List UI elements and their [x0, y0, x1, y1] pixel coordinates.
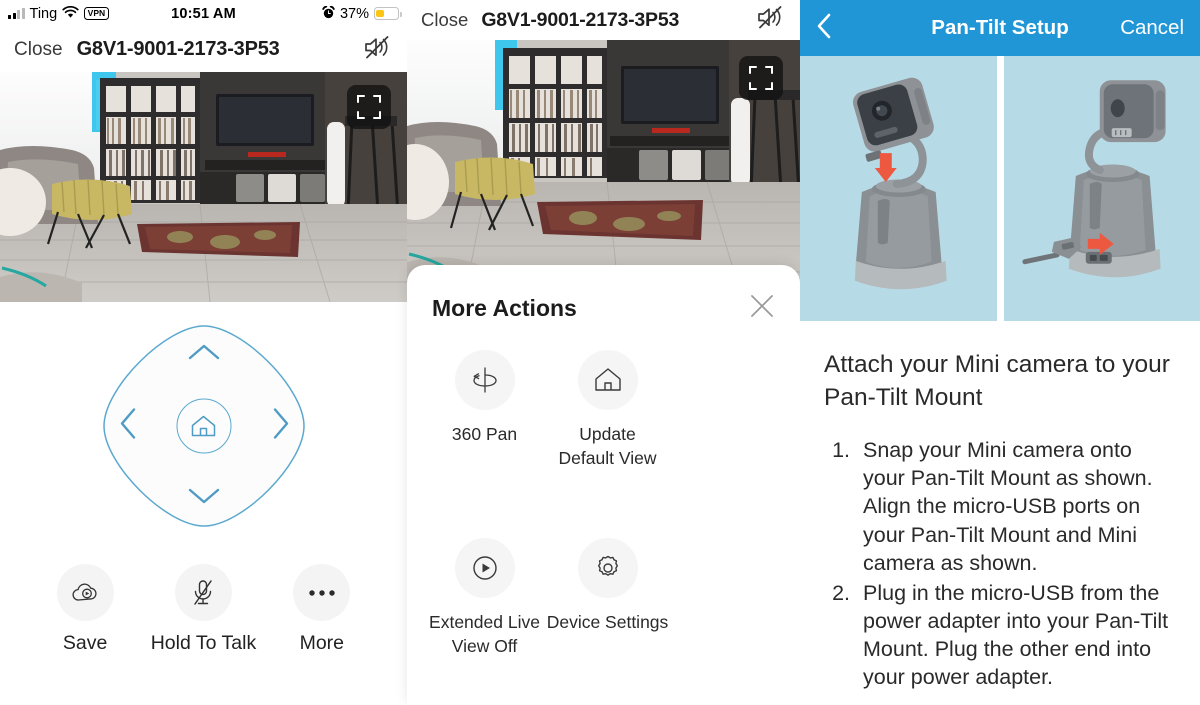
instructions-steps-list: Snap your Mini camera onto your Pan-Tilt… [824, 436, 1176, 691]
micro-usb-cable-plugging-into-pan-tilt-mount-illustration [1021, 80, 1166, 278]
sheet-title: More Actions [432, 295, 577, 321]
illustration-step-1 [800, 56, 997, 321]
dpad-control[interactable] [102, 324, 306, 528]
battery-percent: 37% [339, 5, 369, 22]
action-update-default-view-label: Update Default View [558, 424, 657, 468]
hold-to-talk-label: Hold To Talk [150, 632, 257, 654]
more-actions-grid: 360 Pan Update Default View Extended Liv… [407, 324, 800, 659]
action-device-settings[interactable]: Device Settings [546, 538, 669, 658]
instructions-heading: Attach your Mini camera to your Pan-Tilt… [824, 351, 1170, 411]
save-button[interactable]: Save [30, 564, 140, 655]
fullscreen-icon[interactable] [739, 56, 783, 100]
device-id-label: G8V1-9001-2173-3P53 [76, 38, 280, 60]
home-icon [191, 415, 216, 436]
dpad-left-button[interactable] [118, 407, 137, 446]
close-button[interactable]: Close [14, 39, 63, 61]
live-video-feed[interactable] [0, 72, 407, 302]
chevron-left-icon [817, 13, 831, 38]
close-button[interactable]: Close [421, 9, 468, 31]
sheet-header: More Actions [407, 265, 800, 324]
back-button[interactable] [816, 12, 832, 45]
dpad-down-button[interactable] [187, 486, 221, 510]
save-button-label: Save [62, 632, 108, 654]
battery-icon [374, 7, 402, 20]
dpad-up-button[interactable] [187, 342, 221, 366]
device-id-label: G8V1-9001-2173-3P53 [481, 8, 680, 31]
setup-instructions: Attach your Mini camera to your Pan-Tilt… [800, 321, 1200, 692]
home-icon [577, 350, 638, 410]
more-actions-nav-bar: Close G8V1-9001-2173-3P53 [407, 0, 800, 40]
panel-live-view: Ting VPN 10:51 AM 37% Close G8V1-9001-21… [0, 0, 407, 705]
instructions-step: Snap your Mini camera onto your Pan-Tilt… [856, 436, 1176, 577]
illustration-step-2 [1004, 56, 1200, 321]
action-update-default-view[interactable]: Update Default View [546, 350, 669, 470]
speaker-muted-icon[interactable] [756, 4, 786, 36]
pan-360-icon [454, 350, 515, 410]
pan-tilt-dpad-container [0, 302, 407, 528]
action-device-settings-label: Device Settings [546, 612, 669, 633]
instructions-step: Plug in the micro-USB from the power ada… [856, 579, 1176, 692]
action-extended-live-view-label: Extended Live View Off [429, 612, 540, 656]
setup-illustration [800, 56, 1200, 321]
alarm-clock-icon [322, 5, 335, 22]
panel-pan-tilt-setup: Pan-Tilt Setup Cancel Attach your Mini c… [800, 0, 1200, 705]
more-actions-row-2: Extended Live View Off Device Settings [423, 538, 784, 658]
dpad-right-button[interactable] [271, 407, 290, 446]
cloud-record-icon [56, 564, 114, 621]
more-actions-row-1: 360 Pan Update Default View [423, 350, 784, 470]
status-bar: Ting VPN 10:51 AM 37% [0, 0, 407, 27]
play-circle-icon [454, 538, 515, 599]
status-bar-right: 37% [322, 5, 402, 22]
dpad-home-button[interactable] [176, 398, 231, 454]
speaker-muted-icon[interactable] [363, 34, 393, 66]
more-actions-sheet: More Actions 360 Pan Update Default View… [407, 265, 800, 705]
illustration-divider [996, 56, 1004, 321]
close-x-icon[interactable] [749, 293, 775, 324]
live-video-feed[interactable] [407, 40, 800, 295]
setup-nav-bar: Pan-Tilt Setup Cancel [800, 0, 1200, 56]
action-360-pan-label: 360 Pan [451, 424, 518, 444]
more-button[interactable]: More [267, 564, 377, 655]
mini-camera-snapping-onto-pan-tilt-mount-illustration [852, 77, 947, 290]
action-360-pan[interactable]: 360 Pan [423, 350, 546, 470]
cancel-button[interactable]: Cancel [1120, 16, 1184, 40]
action-extended-live-view[interactable]: Extended Live View Off [423, 538, 546, 658]
living-room-camera-image [0, 72, 407, 302]
ellipsis-icon [293, 564, 351, 621]
fullscreen-icon[interactable] [347, 85, 391, 129]
hold-to-talk-button[interactable]: Hold To Talk [148, 564, 258, 655]
gear-icon [577, 538, 638, 599]
more-button-label: More [299, 632, 345, 654]
live-nav-bar: Close G8V1-9001-2173-3P53 [0, 27, 407, 72]
microphone-muted-icon [174, 564, 232, 621]
live-action-row: Save Hold To Talk More [0, 528, 407, 655]
panel-more-actions: Close G8V1-9001-2173-3P53 More Actions 3… [407, 0, 800, 705]
screenshot-stage: Ting VPN 10:51 AM 37% Close G8V1-9001-21… [0, 0, 1200, 705]
